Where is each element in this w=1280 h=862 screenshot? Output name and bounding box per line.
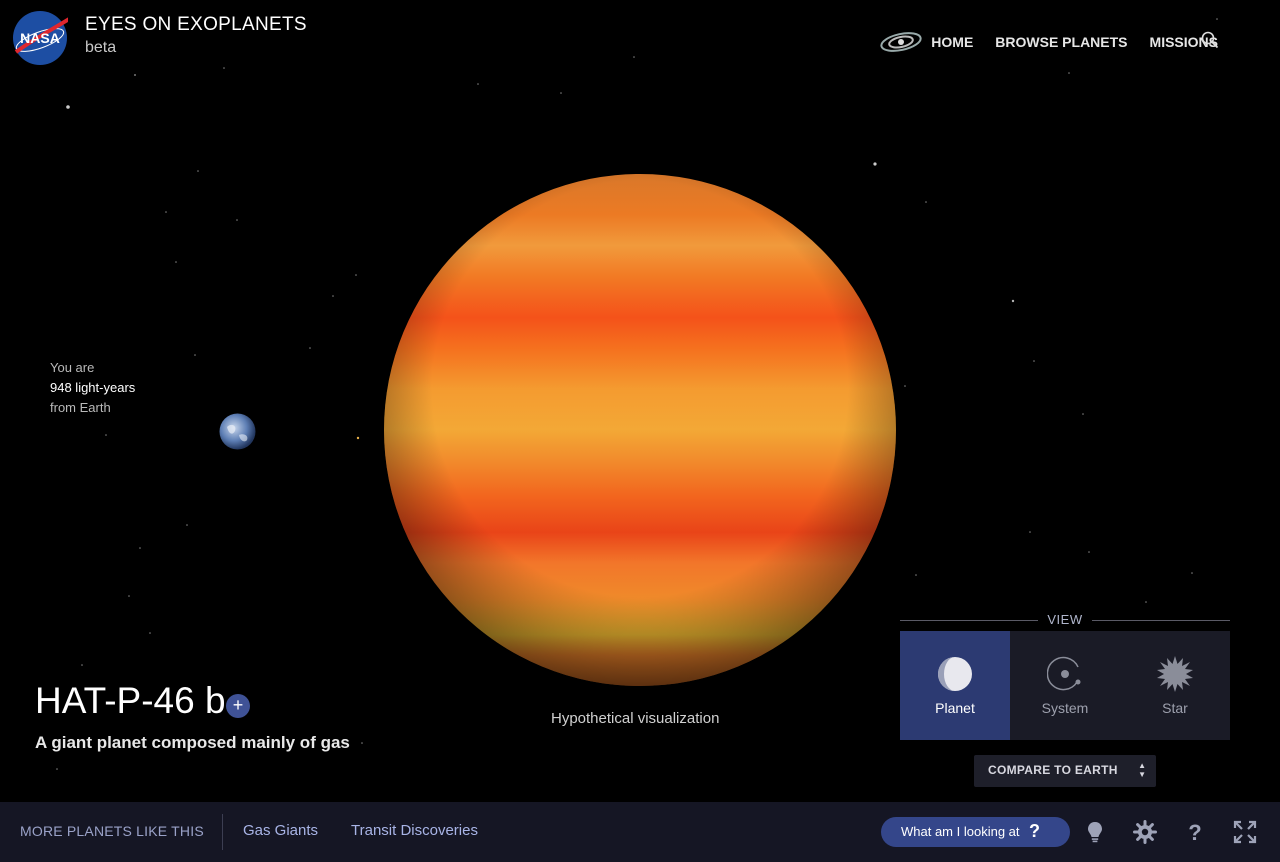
view-star-button[interactable]: Star bbox=[1120, 631, 1230, 740]
lightbulb-icon[interactable] bbox=[1083, 820, 1107, 844]
settings-icon[interactable] bbox=[1133, 820, 1157, 844]
add-planet-button[interactable]: + bbox=[226, 694, 250, 718]
select-arrows-icon: ▲ ▼ bbox=[1138, 761, 1146, 779]
svg-text:?: ? bbox=[1188, 820, 1201, 844]
help-icon[interactable]: ? bbox=[1183, 820, 1207, 844]
view-panel: VIEW Planet System Star bbox=[900, 611, 1230, 740]
view-planet-label: Planet bbox=[935, 700, 975, 716]
header: NASA EYES ON EXOPLANETS beta HOME BROWSE… bbox=[0, 0, 1280, 80]
earth-marker[interactable] bbox=[219, 413, 256, 450]
question-icon: ? bbox=[1029, 821, 1040, 841]
what-am-i-looking-at-button[interactable]: What am I looking at ? bbox=[881, 817, 1070, 847]
planet-description: A giant planet composed mainly of gas bbox=[35, 733, 350, 752]
distance-readout: You are 948 light-years from Earth bbox=[50, 358, 135, 418]
view-planet-button[interactable]: Planet bbox=[900, 631, 1010, 740]
link-transit-discoveries[interactable]: Transit Discoveries bbox=[351, 822, 478, 839]
distance-suffix: from Earth bbox=[50, 400, 111, 415]
app-subtitle: beta bbox=[85, 39, 117, 56]
compare-label: COMPARE TO EARTH bbox=[988, 763, 1118, 777]
nav-home[interactable]: HOME bbox=[879, 31, 973, 53]
distance-prefix: You are bbox=[50, 360, 95, 375]
svg-text:NASA: NASA bbox=[20, 30, 60, 46]
link-gas-giants[interactable]: Gas Giants bbox=[243, 822, 318, 839]
footer-bar: MORE PLANETS LIKE THIS Gas Giants Transi… bbox=[0, 802, 1280, 862]
more-planets-label: MORE PLANETS LIKE THIS bbox=[20, 823, 204, 839]
main-nav: HOME BROWSE PLANETS MISSIONS bbox=[879, 31, 1218, 53]
planet-icon bbox=[938, 657, 972, 691]
view-system-label: System bbox=[1041, 700, 1089, 716]
app-title: EYES ON EXOPLANETS bbox=[85, 14, 307, 35]
nav-browse-planets[interactable]: BROWSE PLANETS bbox=[995, 34, 1127, 50]
search-icon[interactable] bbox=[1200, 30, 1220, 50]
view-system-button[interactable]: System bbox=[1010, 631, 1120, 740]
view-header: VIEW bbox=[900, 611, 1230, 629]
what-label: What am I looking at bbox=[901, 824, 1020, 839]
nav-home-label: HOME bbox=[931, 34, 974, 50]
galaxy-icon bbox=[880, 32, 922, 52]
planet-name: HAT-P-46 b bbox=[35, 680, 226, 721]
planet-visualization[interactable] bbox=[383, 173, 897, 687]
distance-value: 948 light-years bbox=[50, 380, 136, 395]
view-divider-right bbox=[1092, 620, 1230, 621]
footer-divider bbox=[222, 814, 223, 850]
nasa-logo[interactable]: NASA bbox=[12, 10, 68, 66]
view-star-label: Star bbox=[1162, 700, 1188, 716]
visualization-caption: Hypothetical visualization bbox=[551, 710, 720, 727]
view-options: Planet System Star bbox=[900, 631, 1230, 740]
system-icon bbox=[1047, 656, 1081, 691]
compare-to-earth-select[interactable]: COMPARE TO EARTH ▲ ▼ bbox=[974, 755, 1156, 787]
nav-browse-planets-label: BROWSE PLANETS bbox=[995, 34, 1128, 50]
fullscreen-icon[interactable] bbox=[1233, 820, 1257, 844]
star-icon bbox=[1157, 656, 1193, 692]
